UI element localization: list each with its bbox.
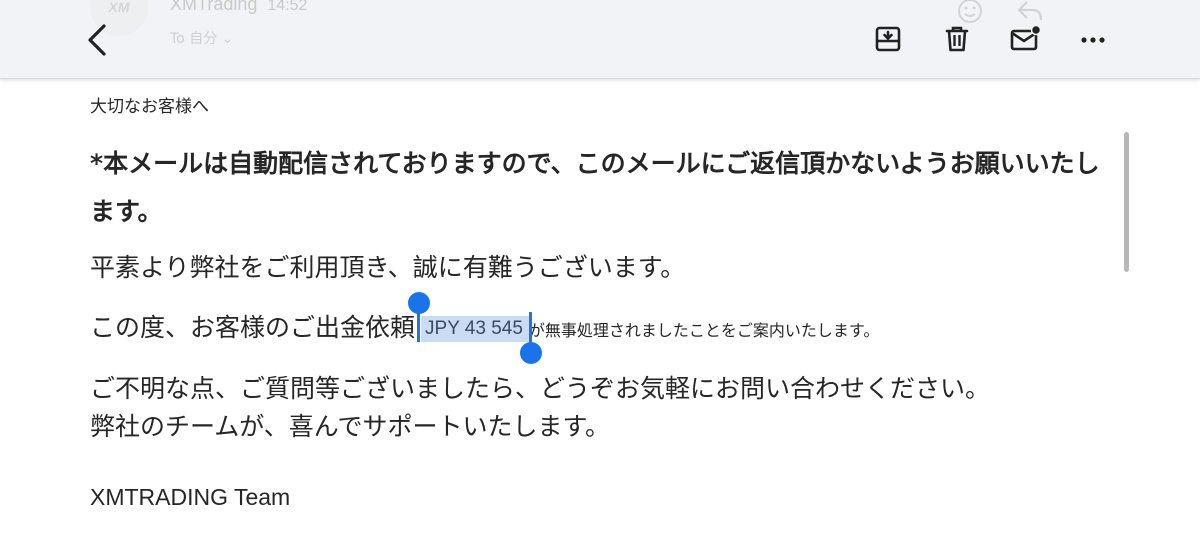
- email-time: 14:52: [267, 0, 308, 14]
- selection-end-handle[interactable]: [519, 312, 542, 372]
- selection-start-handle[interactable]: [408, 292, 431, 352]
- more-icon[interactable]: [1076, 22, 1110, 56]
- withdrawal-line: この度、お客様のご出金依頼 JPY 43 545 が無事処理されましたことをご案内い…: [90, 292, 880, 364]
- thanks-line: 平素より弊社をご利用頂き、誠に有難うございます。: [90, 253, 686, 282]
- email-greeting: 大切なお客様へ: [90, 97, 209, 117]
- support-line: 弊社のチームが、喜んでサポートいたします。: [90, 412, 611, 441]
- selected-amount[interactable]: JPY 43 545: [408, 292, 542, 364]
- questions-block: ご不明な点、ご質問等ございましたら、どうぞお気軽にお問い合わせください。 弊社の…: [90, 370, 990, 446]
- back-icon[interactable]: [80, 18, 116, 62]
- email-toolbar: XM XMTrading 14:52 To 自分 ⌄: [0, 0, 1200, 79]
- mark-unread-icon[interactable]: [1008, 22, 1042, 56]
- selected-amount-text: JPY 43 545: [425, 318, 523, 339]
- email-signature: XMTRADING Team: [90, 484, 291, 510]
- withdrawal-prefix: この度、お客様のご出金依頼: [90, 313, 416, 342]
- questions-line: ご不明な点、ご質問等ございましたら、どうぞお気軽にお問い合わせください。: [90, 374, 991, 403]
- scrollbar[interactable]: [1124, 132, 1129, 272]
- trash-icon[interactable]: [940, 22, 974, 56]
- sender-name-text: XMTrading: [170, 0, 258, 14]
- recipient-line[interactable]: To 自分 ⌄: [170, 28, 233, 48]
- auto-reply-notice: *本メールは自動配信されておりますので、このメールにご返信頂かないようお願いいた…: [90, 149, 1100, 226]
- archive-icon[interactable]: [871, 22, 905, 56]
- sender-name: XMTrading 14:52: [170, 0, 307, 15]
- withdrawal-suffix: が無事処理されましたことをご案内いたします。: [528, 321, 880, 340]
